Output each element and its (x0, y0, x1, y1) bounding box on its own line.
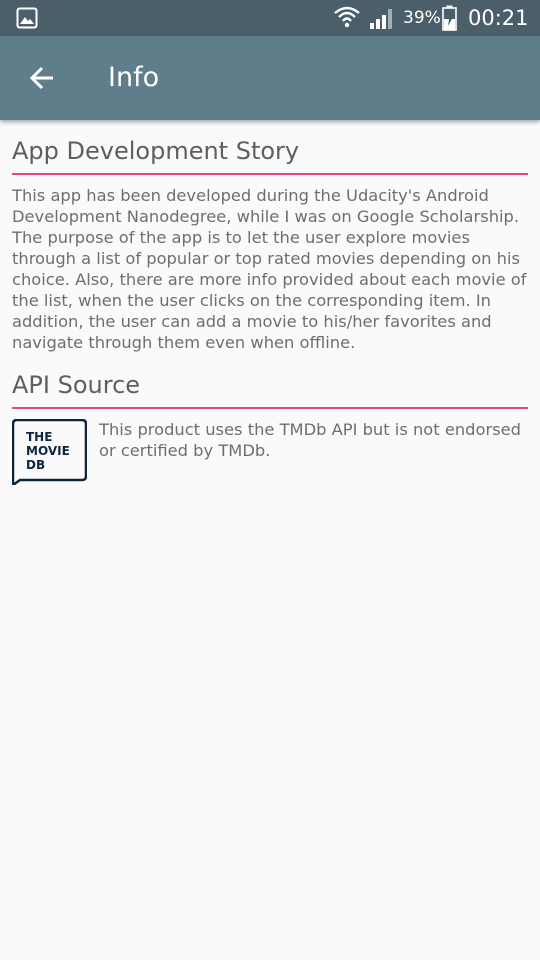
battery-percentage: 39% (403, 8, 441, 28)
battery-charging-icon (442, 5, 457, 31)
tmdb-logo-line-3: DB (26, 458, 45, 472)
page-title: Info (108, 62, 160, 93)
tmdb-logo-line-1: THE (26, 430, 52, 444)
wifi-icon (334, 6, 360, 28)
tmdb-logo-line-2: MOVIE (26, 444, 70, 458)
story-divider (12, 173, 528, 175)
story-body-text: This app has been developed during the U… (12, 186, 527, 352)
status-bar: 39% 00:21 (0, 0, 540, 36)
api-attribution-text: This product uses the TMDb API but is no… (99, 420, 521, 460)
tmdb-logo: THE MOVIE DB (12, 419, 87, 485)
arrow-left-icon (29, 66, 53, 90)
gallery-icon (16, 7, 38, 29)
signal-icon (370, 9, 392, 29)
app-bar: Info (0, 36, 540, 120)
story-section-title: App Development Story (12, 137, 300, 165)
api-divider (12, 407, 528, 409)
back-button[interactable] (22, 58, 62, 98)
api-section-title: API Source (12, 371, 141, 399)
clock: 00:21 (468, 6, 529, 30)
